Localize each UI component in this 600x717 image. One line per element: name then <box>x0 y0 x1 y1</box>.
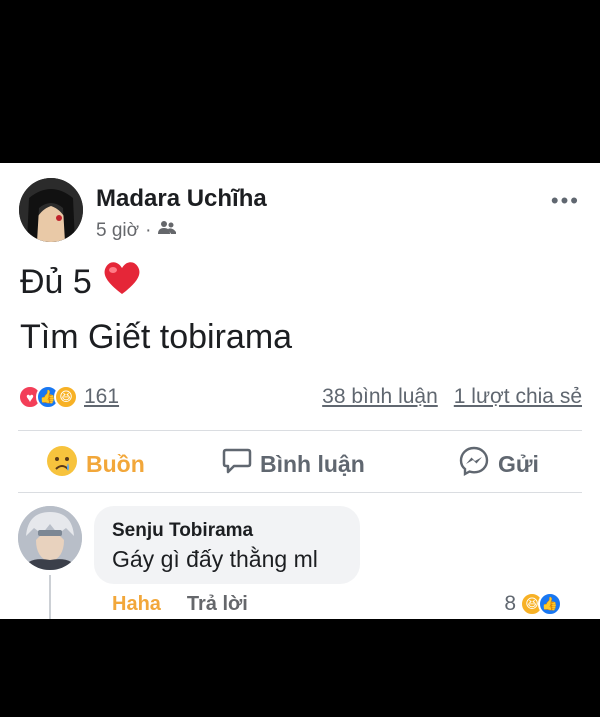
haha-reaction-icon: 😆 <box>54 385 78 409</box>
post-action-bar: Buồn Bình luận Gửi <box>0 441 600 487</box>
like-reaction-icon: 👍 <box>538 592 562 616</box>
comment-reaction-icons: 😆 👍 <box>520 592 562 616</box>
reaction-icons: ♥ 👍 😆 <box>18 385 78 409</box>
comment-reaction-summary[interactable]: 8 😆 👍 <box>504 592 562 616</box>
reply-button[interactable]: Trả lời <box>187 593 248 616</box>
post-text-line-1: Đủ 5 <box>20 260 142 305</box>
more-options-icon[interactable]: ••• <box>551 188 580 214</box>
comment-text: Gáy gì đấy thằng ml <box>112 546 318 572</box>
send-label: Gửi <box>498 450 539 477</box>
sad-label: Buồn <box>86 450 145 477</box>
meta-separator: · <box>145 220 152 241</box>
commenter-name[interactable]: Senju Tobirama <box>112 520 253 542</box>
sad-face-icon <box>46 445 78 483</box>
author-avatar[interactable] <box>19 178 83 242</box>
comment-actions: Haha Trả lời <box>112 593 248 616</box>
friends-icon <box>157 220 177 242</box>
reaction-count[interactable]: 161 <box>84 385 119 409</box>
commenter-avatar[interactable] <box>18 506 82 570</box>
post-stats: ♥ 👍 😆 161 38 bình luận 1 lượt chia sẻ <box>18 380 582 414</box>
post-text: Đủ 5 <box>20 263 92 301</box>
sad-reaction-button[interactable]: Buồn <box>46 445 145 483</box>
messenger-icon <box>458 445 490 483</box>
send-button[interactable]: Gửi <box>458 445 539 483</box>
haha-reaction-button[interactable]: Haha <box>112 593 161 616</box>
heart-emoji-icon <box>102 260 142 305</box>
comment-icon <box>222 447 252 481</box>
comment-label: Bình luận <box>260 450 365 477</box>
post-text-line-2: Tìm Giết tobirama <box>20 318 293 356</box>
engagement-counts: 38 bình luận 1 lượt chia sẻ <box>322 385 582 409</box>
divider <box>18 492 582 493</box>
reaction-summary[interactable]: ♥ 👍 😆 161 <box>18 385 119 409</box>
post-time[interactable]: 5 giờ <box>96 220 139 242</box>
author-name[interactable]: Madara Uchĩha <box>96 185 267 213</box>
shares-count[interactable]: 1 lượt chia sẻ <box>454 385 582 409</box>
comments-count[interactable]: 38 bình luận <box>322 385 438 409</box>
comment-button[interactable]: Bình luận <box>222 447 365 481</box>
comment-reaction-count: 8 <box>504 592 516 615</box>
reply-thread-line <box>49 575 51 619</box>
post-meta: 5 giờ · <box>96 220 177 242</box>
divider <box>18 430 582 431</box>
